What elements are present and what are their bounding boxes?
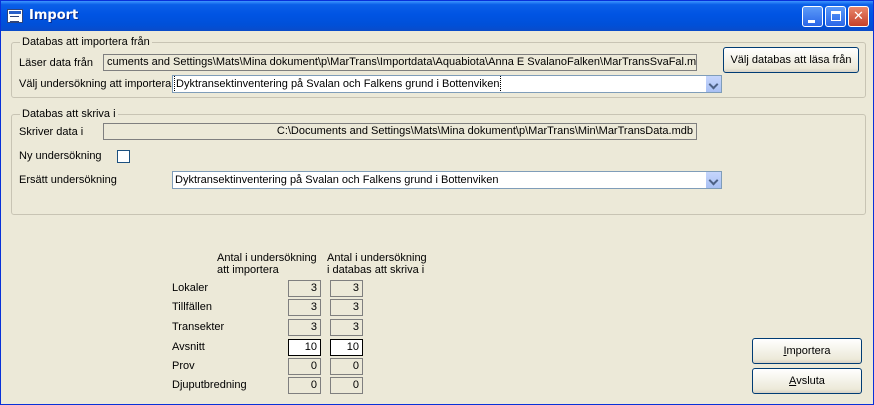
import-count-prov: 0 — [288, 358, 321, 375]
close-icon: ✕ — [853, 9, 864, 24]
survey-import-value: Dyktransektinventering på Svalan och Fal… — [173, 76, 502, 92]
write-to-label: Skriver data i — [19, 126, 84, 138]
read-path-field: cuments and Settings\Mats\Mina dokument\… — [103, 54, 697, 71]
import-count-avsnitt: 10 — [288, 339, 321, 356]
choose-database-button[interactable]: Välj databas att läsa från — [723, 47, 859, 73]
chevron-down-icon[interactable] — [705, 76, 721, 92]
import-window: Import ✕ Databas att importera från Läse… — [0, 0, 874, 405]
import-count-djuputbredning: 0 — [288, 377, 321, 394]
new-survey-label: Ny undersökning — [19, 150, 102, 162]
choose-database-button-label: Välj databas att läsa från — [730, 54, 852, 66]
maximize-icon — [831, 11, 841, 21]
import-count-tillfallen: 3 — [288, 299, 321, 316]
read-path-value: cuments and Settings\Mats\Mina dokument\… — [107, 56, 697, 68]
target-count-lokaler: 3 — [330, 280, 363, 297]
target-count-djuputbredning: 0 — [330, 377, 363, 394]
write-path-field: C:\Documents and Settings\Mats\Mina doku… — [103, 123, 697, 140]
target-count-transekter: 3 — [330, 319, 363, 336]
replace-survey-label: Ersätt undersökning — [19, 174, 117, 186]
count-header-target-2: i databas att skriva i — [327, 264, 425, 276]
chevron-down-icon[interactable] — [705, 172, 721, 188]
import-count-lokaler: 3 — [288, 280, 321, 297]
target-count-tillfallen: 3 — [330, 299, 363, 316]
survey-import-select[interactable]: Dyktransektinventering på Svalan och Fal… — [172, 75, 722, 93]
write-path-value: C:\Documents and Settings\Mats\Mina doku… — [276, 125, 693, 137]
count-label-transekter: Transekter — [172, 321, 225, 333]
target-count-prov: 0 — [330, 358, 363, 375]
count-header-import-2: att importera — [217, 264, 279, 276]
target-count-avsnitt: 10 — [330, 339, 363, 356]
target-db-group-title: Databas att skriva i — [20, 108, 118, 120]
survey-import-label: Välj undersökning att importera — [19, 78, 172, 90]
close-dialog-button-label: vsluta — [796, 375, 825, 387]
read-from-label: Läser data från — [19, 57, 93, 69]
title-bar[interactable]: Import ✕ — [1, 1, 873, 31]
replace-survey-value: Dyktransektinventering på Svalan och Fal… — [175, 174, 499, 186]
count-header-target-1: Antal i undersökning — [327, 252, 427, 264]
import-button-label: mportera — [786, 345, 831, 357]
import-button[interactable]: Importera — [752, 338, 862, 364]
import-count-transekter: 3 — [288, 319, 321, 336]
count-label-prov: Prov — [172, 360, 195, 372]
count-label-djuputbredning: Djuputbredning — [172, 379, 247, 391]
count-label-avsnitt: Avsnitt — [172, 341, 205, 353]
replace-survey-select[interactable]: Dyktransektinventering på Svalan och Fal… — [172, 171, 722, 189]
minimize-icon — [808, 20, 815, 23]
maximize-button[interactable] — [825, 6, 846, 27]
close-dialog-button[interactable]: Avsluta — [752, 368, 862, 394]
close-button[interactable]: ✕ — [848, 6, 869, 27]
form-icon — [7, 9, 23, 23]
source-db-group-title: Databas att importera från — [20, 36, 152, 48]
minimize-button[interactable] — [802, 6, 823, 27]
count-label-lokaler: Lokaler — [172, 282, 209, 294]
new-survey-checkbox[interactable] — [117, 150, 130, 163]
count-header-import-1: Antal i undersökning — [217, 252, 317, 264]
window-title: Import — [29, 8, 79, 23]
count-label-tillfallen: Tillfällen — [172, 301, 212, 313]
